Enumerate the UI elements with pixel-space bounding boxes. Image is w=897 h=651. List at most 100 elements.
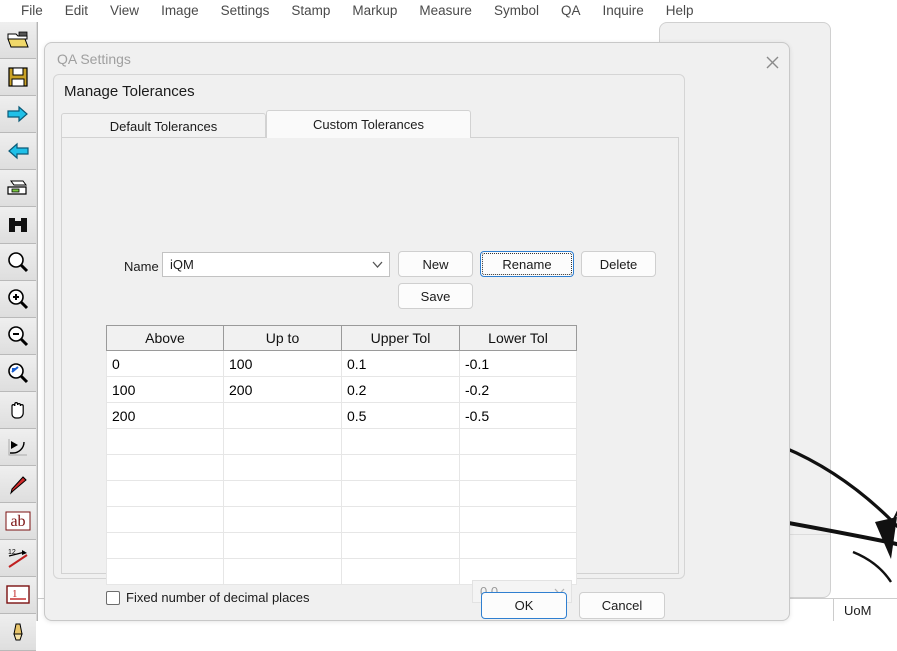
cell-up-to[interactable] [224, 533, 342, 559]
table-header-row: Above Up to Upper Tol Lower Tol [107, 326, 577, 351]
cell-upper-tol[interactable] [342, 559, 460, 585]
zoom-region-button[interactable] [0, 355, 36, 392]
table-row[interactable] [107, 533, 577, 559]
zoom-in-icon [7, 288, 29, 310]
menu-item-edit[interactable]: Edit [54, 0, 99, 22]
cell-above[interactable] [107, 455, 224, 481]
cell-up-to[interactable] [224, 507, 342, 533]
arrow-left-icon [6, 141, 30, 161]
cell-upper-tol[interactable] [342, 533, 460, 559]
table-row[interactable]: 100 200 0.2 -0.2 [107, 377, 577, 403]
cell-lower-tol[interactable] [460, 481, 577, 507]
menu-item-inquire[interactable]: Inquire [591, 0, 654, 22]
chevron-down-icon [365, 261, 389, 268]
column-header-up-to[interactable]: Up to [224, 326, 342, 351]
fixed-decimal-places-checkbox-row[interactable]: Fixed number of decimal places [106, 590, 310, 605]
save-button[interactable] [0, 59, 36, 96]
cell-lower-tol[interactable] [460, 455, 577, 481]
cell-lower-tol[interactable]: -0.2 [460, 377, 577, 403]
zoom-in-button[interactable] [0, 281, 36, 318]
delete-tolerance-button[interactable]: Delete [581, 251, 656, 277]
cell-upper-tol[interactable]: 0.5 [342, 403, 460, 429]
menu-item-stamp[interactable]: Stamp [280, 0, 341, 22]
cell-above[interactable] [107, 533, 224, 559]
undo-arrow-icon [7, 437, 29, 457]
cell-up-to[interactable] [224, 429, 342, 455]
cell-upper-tol[interactable] [342, 481, 460, 507]
next-page-button[interactable] [0, 96, 36, 133]
open-folder-button[interactable] [0, 22, 36, 59]
cell-up-to[interactable] [224, 455, 342, 481]
cancel-button[interactable]: Cancel [579, 592, 665, 619]
zoom-region-icon [7, 362, 29, 384]
cell-up-to[interactable]: 100 [224, 351, 342, 377]
highlighter-icon [8, 622, 28, 642]
cell-upper-tol[interactable]: 0.2 [342, 377, 460, 403]
menu-item-settings[interactable]: Settings [210, 0, 281, 22]
pan-button[interactable] [0, 392, 36, 429]
menu-item-help[interactable]: Help [655, 0, 705, 22]
table-row[interactable] [107, 429, 577, 455]
menu-item-symbol[interactable]: Symbol [483, 0, 550, 22]
menu-item-markup[interactable]: Markup [341, 0, 408, 22]
cell-up-to[interactable] [224, 559, 342, 585]
cell-lower-tol[interactable]: -0.1 [460, 351, 577, 377]
measure-dimension-button[interactable]: 12 [0, 540, 36, 577]
print-button[interactable] [0, 170, 36, 207]
cell-upper-tol[interactable] [342, 429, 460, 455]
cell-above[interactable]: 0 [107, 351, 224, 377]
tolerance-name-select[interactable]: iQM [162, 252, 390, 277]
cell-above[interactable]: 100 [107, 377, 224, 403]
column-header-upper-tol[interactable]: Upper Tol [342, 326, 460, 351]
menu-item-view[interactable]: View [99, 0, 150, 22]
table-row[interactable]: 0 100 0.1 -0.1 [107, 351, 577, 377]
cell-above[interactable] [107, 559, 224, 585]
fixed-decimal-places-checkbox[interactable] [106, 591, 120, 605]
column-header-lower-tol[interactable]: Lower Tol [460, 326, 577, 351]
menu-item-image[interactable]: Image [150, 0, 210, 22]
menu-item-qa[interactable]: QA [550, 0, 592, 22]
cell-lower-tol[interactable]: -0.5 [460, 403, 577, 429]
cell-up-to[interactable]: 200 [224, 377, 342, 403]
close-icon[interactable] [759, 51, 785, 73]
cell-above[interactable] [107, 481, 224, 507]
drawing-annotation-graphic [783, 437, 897, 602]
text-tool-button[interactable]: ab [0, 503, 36, 540]
cell-above[interactable]: 200 [107, 403, 224, 429]
cell-up-to[interactable] [224, 403, 342, 429]
menu-item-file[interactable]: File [10, 0, 54, 22]
previous-page-button[interactable] [0, 133, 36, 170]
table-row[interactable]: 200 0.5 -0.5 [107, 403, 577, 429]
table-row[interactable] [107, 455, 577, 481]
new-tolerance-button[interactable]: New [398, 251, 473, 277]
find-button[interactable] [0, 207, 36, 244]
uom-status-cell: UoM [833, 599, 897, 621]
dialog-title: QA Settings [57, 51, 131, 67]
cell-lower-tol[interactable] [460, 533, 577, 559]
cell-upper-tol[interactable] [342, 455, 460, 481]
count-tool-button[interactable]: 1 [0, 577, 36, 614]
cell-above[interactable] [107, 507, 224, 533]
column-header-above[interactable]: Above [107, 326, 224, 351]
cell-up-to[interactable] [224, 481, 342, 507]
table-row[interactable] [107, 481, 577, 507]
cell-upper-tol[interactable] [342, 507, 460, 533]
cell-above[interactable] [107, 429, 224, 455]
menu-item-measure[interactable]: Measure [408, 0, 483, 22]
tab-default-tolerances[interactable]: Default Tolerances [61, 113, 266, 138]
table-row[interactable] [107, 507, 577, 533]
draw-pencil-button[interactable] [0, 466, 36, 503]
cell-lower-tol[interactable] [460, 507, 577, 533]
cell-upper-tol[interactable]: 0.1 [342, 351, 460, 377]
zoom-tool-button[interactable] [0, 244, 36, 281]
highlighter-button[interactable] [0, 614, 36, 651]
tab-strip: Default Tolerances Custom Tolerances [61, 110, 679, 138]
svg-text:1: 1 [12, 588, 18, 600]
rename-tolerance-button[interactable]: Rename [480, 251, 574, 277]
save-tolerance-button[interactable]: Save [398, 283, 473, 309]
ok-button[interactable]: OK [481, 592, 567, 619]
cell-lower-tol[interactable] [460, 429, 577, 455]
zoom-out-button[interactable] [0, 318, 36, 355]
tab-custom-tolerances[interactable]: Custom Tolerances [266, 110, 471, 138]
undo-button[interactable] [0, 429, 36, 466]
